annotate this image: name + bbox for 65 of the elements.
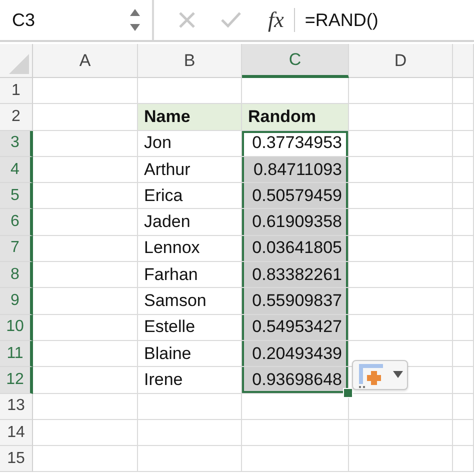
row-header[interactable]: 13 [0, 394, 33, 420]
row-header[interactable]: 14 [0, 420, 33, 446]
table-cell: 0.20493439 [242, 340, 349, 368]
column-header[interactable]: C [242, 44, 349, 78]
row-header[interactable]: 5 [0, 183, 33, 210]
fill-handle[interactable] [343, 388, 353, 398]
table-cell: Arthur [138, 156, 242, 184]
table-cell [453, 236, 474, 262]
paste-options-button[interactable] [352, 360, 408, 390]
table-cell [453, 288, 474, 315]
table-cell [453, 209, 474, 236]
table-cell: 0.50579459 [242, 183, 349, 210]
table-cell [453, 262, 474, 288]
row-header[interactable]: 10 [0, 314, 33, 341]
table-cell [453, 446, 474, 472]
row-header[interactable]: 8 [0, 262, 33, 288]
row-header[interactable]: 6 [0, 209, 33, 236]
table-cell: 0.83382261 [242, 262, 349, 288]
column-header[interactable]: B [138, 44, 242, 78]
row-header[interactable]: 9 [0, 288, 33, 315]
row-header[interactable]: 7 [0, 236, 33, 262]
table-cell: 0.54953427 [242, 314, 349, 341]
table-cell [453, 420, 474, 446]
table-cell: 0.37734953 [242, 130, 349, 157]
column-header[interactable]: A [33, 44, 138, 78]
table-cell: Random [242, 104, 349, 131]
row-header[interactable]: 4 [0, 156, 33, 184]
table-cell: 0.55909837 [242, 288, 349, 315]
row-header[interactable]: 15 [0, 446, 33, 472]
table-cell: Jon [138, 130, 242, 157]
table-cell [453, 183, 474, 210]
caret-icon [393, 371, 403, 379]
table-cell [453, 104, 474, 131]
row-header[interactable]: 12 [0, 367, 33, 394]
table-cell [453, 156, 474, 184]
table-cell: Lennox [138, 236, 242, 262]
row-header[interactable]: 1 [0, 78, 33, 104]
table-cell: Blaine [138, 340, 242, 368]
table-cell: 0.84711093 [242, 156, 349, 184]
column-header[interactable]: D [349, 44, 453, 78]
cancel-icon[interactable] [178, 11, 196, 29]
table-cell: 0.61909358 [242, 209, 349, 236]
table-cell: Samson [138, 288, 242, 315]
table-cell: Estelle [138, 314, 242, 341]
formula-field[interactable]: =RAND() [304, 10, 378, 30]
column-header[interactable] [453, 44, 474, 78]
table-cell: Farhan [138, 262, 242, 288]
checkmark-icon[interactable] [220, 11, 242, 29]
row-header[interactable]: 3 [0, 130, 33, 157]
name-box[interactable]: C3 [0, 10, 128, 30]
table-cell [453, 78, 474, 104]
row-header[interactable]: 2 [0, 104, 33, 131]
function-button[interactable]: fx [268, 7, 284, 33]
table-cell: Name [138, 104, 242, 131]
table-cell [453, 130, 474, 157]
table-cell: Erica [138, 183, 242, 210]
table-cell: Irene [138, 367, 242, 394]
table-cell [453, 340, 474, 368]
table-cell [453, 367, 474, 394]
table-cell [453, 394, 474, 420]
select-all-icon[interactable] [9, 54, 29, 74]
row-header[interactable]: 11 [0, 340, 33, 368]
table-cell: Jaden [138, 209, 242, 236]
table-cell [453, 314, 474, 341]
table-cell: 0.03641805 [242, 236, 349, 262]
